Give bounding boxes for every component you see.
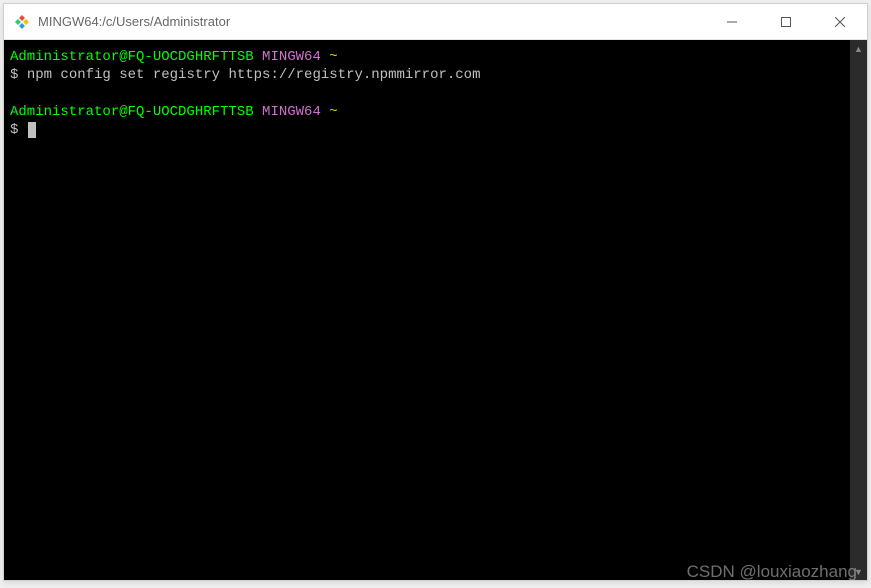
prompt-line: Administrator@FQ-UOCDGHRFTTSB MINGW64 ~ bbox=[10, 48, 844, 66]
scrollbar[interactable]: ▲ ▼ bbox=[850, 40, 867, 580]
cursor bbox=[28, 122, 36, 138]
close-button[interactable] bbox=[813, 4, 867, 39]
window-title: MINGW64:/c/Users/Administrator bbox=[38, 14, 705, 29]
minimize-button[interactable] bbox=[705, 4, 759, 39]
user-host: Administrator@FQ-UOCDGHRFTTSB bbox=[10, 104, 254, 120]
shell-label: MINGW64 bbox=[262, 49, 321, 65]
terminal-area: Administrator@FQ-UOCDGHRFTTSB MINGW64 ~$… bbox=[4, 40, 867, 580]
shell-label: MINGW64 bbox=[262, 104, 321, 120]
app-icon bbox=[14, 14, 30, 30]
path-indicator: ~ bbox=[329, 104, 337, 120]
terminal-content[interactable]: Administrator@FQ-UOCDGHRFTTSB MINGW64 ~$… bbox=[4, 40, 850, 580]
terminal-window: MINGW64:/c/Users/Administrator Administr… bbox=[3, 3, 868, 581]
window-controls bbox=[705, 4, 867, 39]
prompt-line: Administrator@FQ-UOCDGHRFTTSB MINGW64 ~ bbox=[10, 103, 844, 121]
maximize-button[interactable] bbox=[759, 4, 813, 39]
prompt-symbol: $ bbox=[10, 67, 18, 83]
titlebar[interactable]: MINGW64:/c/Users/Administrator bbox=[4, 4, 867, 40]
scroll-up-icon[interactable]: ▲ bbox=[850, 40, 867, 57]
path-indicator: ~ bbox=[329, 49, 337, 65]
command-text: npm config set registry https://registry… bbox=[27, 67, 481, 83]
user-host: Administrator@FQ-UOCDGHRFTTSB bbox=[10, 49, 254, 65]
scroll-down-icon[interactable]: ▼ bbox=[850, 563, 867, 580]
command-line: $ bbox=[10, 121, 844, 139]
prompt-symbol: $ bbox=[10, 122, 18, 138]
command-line: $ npm config set registry https://regist… bbox=[10, 66, 844, 84]
